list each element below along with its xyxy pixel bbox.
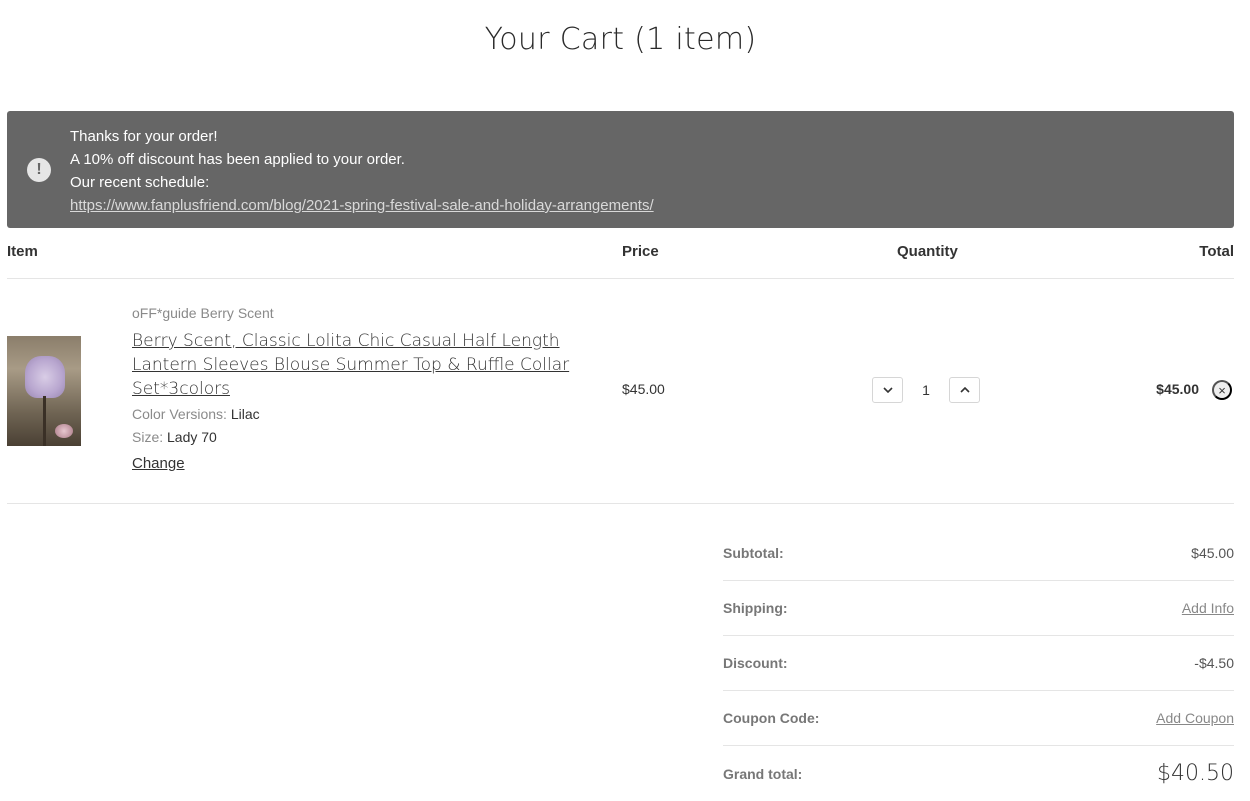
thumbnail-blouse xyxy=(25,356,65,398)
header-quantity: Quantity xyxy=(897,243,958,260)
thumbnail-stand xyxy=(43,396,46,446)
alert-line-schedule: Our recent schedule: xyxy=(70,174,210,191)
discount-label: Discount: xyxy=(723,655,788,671)
thumbnail-flowers xyxy=(55,424,73,438)
header-price: Price xyxy=(622,243,659,260)
alert-line-thanks: Thanks for your order! xyxy=(70,128,218,145)
option-color-label: Color Versions: xyxy=(132,406,227,422)
increase-quantity-button[interactable] xyxy=(949,377,980,403)
option-size: Size: Lady 70 xyxy=(132,426,592,449)
page-title: Your Cart (1 item) xyxy=(484,22,757,57)
order-summary: Subtotal: $45.00 Shipping: Add Info Disc… xyxy=(723,526,1234,801)
header-item: Item xyxy=(7,243,38,260)
summary-subtotal: Subtotal: $45.00 xyxy=(723,526,1234,581)
option-color: Color Versions: Lilac xyxy=(132,403,592,426)
line-total: $45.00 xyxy=(1156,381,1199,397)
product-title-link[interactable]: Berry Scent, Classic Lolita Chic Casual … xyxy=(132,329,592,401)
option-size-label: Size: xyxy=(132,429,164,445)
option-size-value: Lady 70 xyxy=(167,429,217,445)
alert-exclamation-icon: ! xyxy=(27,158,51,182)
alert-line-discount: A 10% off discount has been applied to y… xyxy=(70,151,405,168)
product-thumbnail[interactable] xyxy=(7,336,81,446)
discount-value: -$4.50 xyxy=(1194,655,1234,671)
grand-total-label: Grand total: xyxy=(723,765,803,782)
grand-total-value: $40.50 xyxy=(1157,761,1234,786)
chevron-down-icon xyxy=(882,387,893,393)
summary-grand-total: Grand total: $40.50 xyxy=(723,746,1234,801)
summary-coupon: Coupon Code: Add Coupon xyxy=(723,691,1234,746)
product-vendor: oFF*guide Berry Scent xyxy=(132,305,274,321)
decrease-quantity-button[interactable] xyxy=(872,377,903,403)
summary-shipping: Shipping: Add Info xyxy=(723,581,1234,636)
alert-message: Thanks for your order! A 10% off discoun… xyxy=(70,125,654,217)
cart-item-row: oFF*guide Berry Scent Berry Scent, Class… xyxy=(7,279,1234,504)
option-color-value: Lilac xyxy=(230,406,260,422)
summary-discount: Discount: -$4.50 xyxy=(723,636,1234,691)
item-info: oFF*guide Berry Scent Berry Scent, Class… xyxy=(132,303,592,473)
cart-table-header: Item Price Quantity Total xyxy=(7,241,1234,279)
header-total: Total xyxy=(1199,243,1234,260)
shipping-label: Shipping: xyxy=(723,600,788,616)
remove-item-button[interactable]: × xyxy=(1212,380,1232,400)
subtotal-value: $45.00 xyxy=(1191,545,1234,561)
unit-price: $45.00 xyxy=(622,381,665,397)
add-coupon-link[interactable]: Add Coupon xyxy=(1156,710,1234,726)
subtotal-label: Subtotal: xyxy=(723,545,784,561)
quantity-value[interactable]: 1 xyxy=(903,382,949,398)
order-alert-banner: ! Thanks for your order! A 10% off disco… xyxy=(7,111,1234,228)
change-options-link[interactable]: Change xyxy=(132,455,185,472)
coupon-label: Coupon Code: xyxy=(723,710,820,726)
chevron-up-icon xyxy=(959,387,970,393)
schedule-link[interactable]: https://www.fanplusfriend.com/blog/2021-… xyxy=(70,194,654,217)
quantity-stepper: 1 xyxy=(872,377,980,403)
add-shipping-info-link[interactable]: Add Info xyxy=(1182,600,1234,616)
